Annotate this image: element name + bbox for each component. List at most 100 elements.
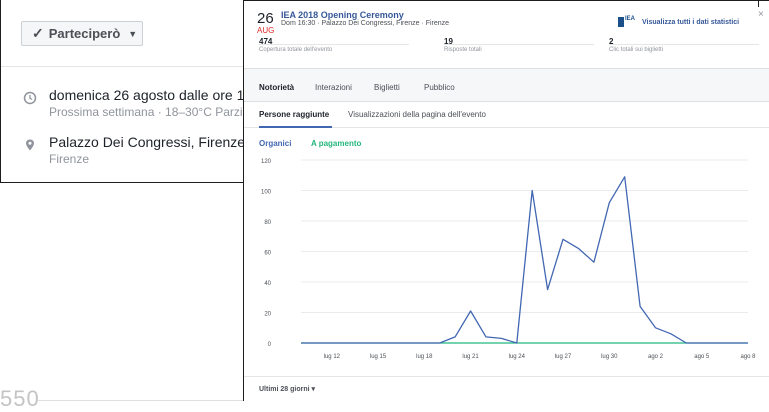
data-point xyxy=(454,336,456,338)
check-icon: ✓ xyxy=(32,25,44,41)
data-point xyxy=(393,342,395,344)
data-point xyxy=(531,190,533,192)
metric-total-reach: 474 Copertura totale dell'evento xyxy=(259,37,332,53)
close-icon[interactable]: × xyxy=(758,9,764,20)
x-tick-label: ago 2 xyxy=(648,354,664,360)
active-subtab-indicator xyxy=(259,126,332,128)
popup-border xyxy=(244,0,769,1)
data-point xyxy=(424,342,426,344)
x-tick-label: ago 8 xyxy=(740,354,756,360)
view-all-stats-label: Visualizza tutti i dati statistici xyxy=(642,18,740,26)
event-subtitle: Dom 16:30 · Palazzo Dei Congressi, Firen… xyxy=(281,20,450,27)
metric-label: Clic totali sui biglietti xyxy=(609,47,664,53)
event-date-sub: Prossima settimana · 18–30°C Parzi xyxy=(49,105,243,119)
subtab-people-reached[interactable]: Persone raggiunte xyxy=(259,110,329,119)
metric-separator xyxy=(259,44,409,45)
date-range-dropdown[interactable]: Ultimi 28 giorni ▾ xyxy=(259,385,315,393)
data-point xyxy=(562,239,564,241)
metric-separator xyxy=(444,44,594,45)
rsvp-label: Parteciperò xyxy=(48,26,121,41)
metric-label: Copertura totale dell'evento xyxy=(259,47,333,53)
popup-border-marker xyxy=(758,0,759,7)
view-all-stats-link[interactable]: IEA Visualizza tutti i dati statistici xyxy=(618,16,740,27)
data-point xyxy=(670,333,672,335)
date-month: AUG xyxy=(257,26,275,35)
y-tick-label: 40 xyxy=(264,281,271,287)
event-date-row: domenica 26 agosto dalle ore 1 Prossima … xyxy=(23,87,244,119)
data-point xyxy=(377,342,379,344)
x-tick-label: lug 12 xyxy=(324,354,341,360)
data-point xyxy=(501,338,503,340)
series-line-organic xyxy=(301,176,748,344)
x-tick-label: ago 5 xyxy=(694,354,710,360)
logo-text: IEA xyxy=(625,16,636,22)
x-tick-label: lug 27 xyxy=(555,354,572,360)
data-point xyxy=(300,342,302,344)
data-point xyxy=(362,342,364,344)
data-point xyxy=(316,342,318,344)
date-day: 26 xyxy=(257,10,274,27)
background-watermark: 550 xyxy=(0,386,40,411)
data-point xyxy=(639,306,641,308)
data-point xyxy=(655,327,657,329)
data-point xyxy=(439,342,441,344)
data-point xyxy=(331,342,333,344)
data-point xyxy=(408,342,410,344)
data-point xyxy=(578,248,580,250)
y-tick-label: 0 xyxy=(268,342,272,348)
divider xyxy=(1,66,251,67)
y-tick-label: 100 xyxy=(261,190,272,196)
tab-engagement[interactable]: Interazioni xyxy=(315,83,352,92)
event-date-badge: 26 AUG xyxy=(257,10,275,36)
event-logo: IEA xyxy=(618,16,636,27)
x-tick-label: lug 24 xyxy=(509,354,526,360)
reach-line-chart: 0 20 40 60 80 100 120 lug 12 lug 15 lug 18 lug 21 l… xyxy=(261,159,756,360)
data-point xyxy=(747,342,749,344)
y-tick-label: 20 xyxy=(264,312,271,318)
clock-icon xyxy=(23,91,37,105)
tab-tickets[interactable]: Biglietti xyxy=(374,83,400,92)
event-date-text: domenica 26 agosto dalle ore 1 xyxy=(49,87,245,103)
x-tick-label: lug 15 xyxy=(370,354,387,360)
event-detail-card: ✓ Parteciperò ▼ domenica 26 agosto dalle… xyxy=(0,0,251,183)
data-point xyxy=(547,289,549,291)
data-point xyxy=(732,342,734,344)
metric-label: Risposte totali xyxy=(444,47,482,53)
legend-organic[interactable]: Organici xyxy=(259,139,291,148)
data-point xyxy=(701,342,703,344)
rsvp-button[interactable]: ✓ Parteciperò ▼ xyxy=(21,21,143,46)
data-point xyxy=(716,342,718,344)
x-tick-label: lug 21 xyxy=(462,354,479,360)
y-tick-label: 80 xyxy=(264,220,271,226)
legend-paid[interactable]: A pagamento xyxy=(311,139,361,148)
data-point xyxy=(686,342,688,344)
subtab-page-views[interactable]: Visualizzazioni della pagina dell'evento xyxy=(348,110,486,119)
y-tick-label: 60 xyxy=(264,251,271,257)
event-place-row[interactable]: Palazzo Dei Congressi, Firenze Firenze xyxy=(23,134,245,166)
metric-total-responses: 19 Risposte totali xyxy=(444,37,482,53)
metric-separator xyxy=(609,44,759,45)
data-point xyxy=(608,202,610,204)
caret-down-icon: ▼ xyxy=(128,28,138,39)
divider xyxy=(244,376,769,377)
caret-down-icon: ▾ xyxy=(311,386,316,393)
event-insights-popup: 26 AUG IEA 2018 Opening Ceremony Dom 16:… xyxy=(243,0,769,401)
date-range-label: Ultimi 28 giorni xyxy=(259,386,310,393)
data-point xyxy=(516,342,518,344)
event-place-sub: Firenze xyxy=(49,152,90,166)
data-point xyxy=(346,342,348,344)
data-point xyxy=(485,336,487,338)
event-title-link[interactable]: IEA 2018 Opening Ceremony xyxy=(281,10,404,20)
data-point xyxy=(470,310,472,312)
data-point xyxy=(593,261,595,263)
data-point xyxy=(624,176,626,178)
event-place-text: Palazzo Dei Congressi, Firenze xyxy=(49,134,246,150)
tab-awareness[interactable]: Notorietà xyxy=(259,83,294,92)
x-tick-label: lug 18 xyxy=(416,354,433,360)
metric-ticket-clicks: 2 Clic totali sui biglietti xyxy=(609,37,663,53)
tab-audience[interactable]: Pubblico xyxy=(424,83,455,92)
divider xyxy=(244,101,769,102)
y-tick-label: 120 xyxy=(261,159,272,165)
map-pin-icon xyxy=(26,139,34,151)
x-tick-label: lug 30 xyxy=(601,354,618,360)
